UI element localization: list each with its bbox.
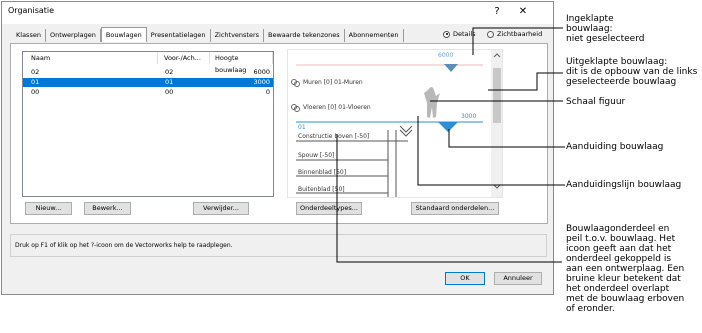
organisatie-dialog: Organisatie ? ✕ Klassen Ontwerplagen Bou… xyxy=(1,1,554,295)
annotation-line: icoon geeft aan dat het xyxy=(566,244,672,254)
annotation-line: met de bouwlaag erboven xyxy=(566,294,685,304)
visibility-radio[interactable]: Zichtbaarheid xyxy=(487,30,542,38)
row-front-back: 01 xyxy=(165,78,174,86)
row-name: 01 xyxy=(31,78,40,86)
annotation-scale-figure: Schaal figuur xyxy=(566,97,626,107)
row-name: 02 xyxy=(31,68,40,76)
radio-selected-icon xyxy=(443,30,450,38)
column-header-front-back[interactable]: Voor-/Ach... xyxy=(158,52,210,64)
row-height: 3000 xyxy=(253,78,270,86)
annotation-line: onderdeel gekoppeld is xyxy=(566,254,672,264)
table-row[interactable]: 02 02 6000 xyxy=(23,68,273,77)
component-label: Muren [0] 01-Muren xyxy=(303,79,363,86)
level-name: 01 xyxy=(298,124,306,131)
close-icon[interactable]: ✕ xyxy=(512,4,534,20)
tab-ontwerplagen[interactable]: Ontwerplagen xyxy=(46,29,101,42)
annotation-line: Ingeklapte xyxy=(566,14,614,24)
upper-level-value: 6000 xyxy=(438,52,454,59)
window-title: Organisatie xyxy=(8,6,55,15)
storey-preview: 6000 Muren [0] 01-Muren Vloeren [0] 01-V… xyxy=(287,49,503,198)
lower-level-value: 3000 xyxy=(461,113,477,120)
annotation-line: bruine kleur betekent dat xyxy=(566,274,681,284)
tab-presentatielagen[interactable]: Presentatielagen xyxy=(147,29,211,42)
storey-list[interactable]: Naam Voor-/Ach... Hoogte bouwlaag 02 02 … xyxy=(22,51,274,197)
annotation-line: of eronder. xyxy=(566,304,615,314)
row-name: 00 xyxy=(31,88,40,96)
component-label: Buitenblad [50] xyxy=(298,186,345,193)
annotation-line: peil t.o.v. bouwlaag. Het xyxy=(566,234,676,244)
row-height: 6000 xyxy=(253,68,270,76)
column-header-name[interactable]: Naam xyxy=(23,52,158,64)
details-radio-label: Details xyxy=(453,30,476,38)
details-radio[interactable]: Details xyxy=(443,30,476,38)
annotation-collapsed: Ingeklapte bouwlaag: niet geselecteerd xyxy=(566,14,644,44)
tab-bar: Klassen Ontwerplagen Bouwlagen Presentat… xyxy=(12,27,404,43)
component-label: Vloeren [0] 01-Vloeren xyxy=(303,104,371,111)
annotation-line: bouwlaag: xyxy=(566,24,613,34)
annotation-line: niet geselecteerd xyxy=(566,34,645,44)
radio-unselected-icon xyxy=(487,30,494,38)
upper-level-marker-icon xyxy=(444,64,458,72)
new-button[interactable]: Nieuw... xyxy=(25,202,72,215)
component-types-button[interactable]: Onderdeeltypes... xyxy=(296,202,362,215)
help-icon[interactable]: ? xyxy=(486,4,508,20)
table-row-selected[interactable]: 01 01 3000 xyxy=(23,78,273,87)
annotation-line: Uitgeklapte bouwlaag: xyxy=(566,57,668,67)
column-header-height[interactable]: Hoogte bouwlaag xyxy=(210,52,273,74)
row-height: 0 xyxy=(265,88,270,96)
component-label: Spouw [-50] xyxy=(298,152,335,159)
help-text-area: Druk op F1 of klik op het ?-icoon om de … xyxy=(10,234,547,257)
ok-button[interactable]: OK xyxy=(445,272,485,285)
annotation-line: het onderdeel overlapt xyxy=(566,284,670,294)
table-row[interactable]: 00 00 0 xyxy=(23,88,273,97)
tab-klassen[interactable]: Klassen xyxy=(12,29,46,42)
row-front-back: 00 xyxy=(165,88,174,96)
annotation-line: dit is de opbouw van de links xyxy=(566,67,698,77)
annotation-line: geselecteerde bouwlaag xyxy=(566,77,677,87)
annotation-line: aan een ontwerplaag. Een xyxy=(566,264,685,274)
annotation-line: Bouwlaagonderdeel en xyxy=(566,224,670,234)
standard-components-button[interactable]: Standaard onderdelen... xyxy=(411,202,499,215)
design-layer-link-icon xyxy=(291,104,300,112)
title-bar: Organisatie ? ✕ xyxy=(2,2,553,24)
annotation-level-line: Aanduidingslijn bouwlaag xyxy=(566,180,682,190)
tab-abonnementen[interactable]: Abonnementen xyxy=(345,29,404,42)
annotation-level-marker: Aanduiding bouwlaag xyxy=(566,142,664,152)
preview-scrollbar-thumb[interactable] xyxy=(493,68,501,123)
delete-button[interactable]: Verwijder... xyxy=(193,202,249,215)
annotation-component: Bouwlaagonderdeel en peil t.o.v. bouwlaa… xyxy=(566,224,684,314)
edit-button[interactable]: Bewerk... xyxy=(84,202,131,215)
annotation-expanded: Uitgeklapte bouwlaag: dit is de opbouw v… xyxy=(566,57,697,87)
component-label: Binnenblad [50] xyxy=(298,169,347,176)
tab-zichtvensters[interactable]: Zichtvensters xyxy=(211,29,265,42)
scale-figure-icon xyxy=(424,87,440,118)
visibility-radio-label: Zichtbaarheid xyxy=(497,30,543,38)
tab-bouwlagen[interactable]: Bouwlagen xyxy=(100,27,147,42)
tab-bewaarde-tekenzones[interactable]: Bewaarde tekenzones xyxy=(264,29,345,42)
component-label: Constructie boven [-50] xyxy=(298,133,370,140)
row-front-back: 02 xyxy=(165,68,174,76)
cancel-button[interactable]: Annuleer xyxy=(494,272,542,285)
design-layer-link-icon xyxy=(291,79,300,87)
